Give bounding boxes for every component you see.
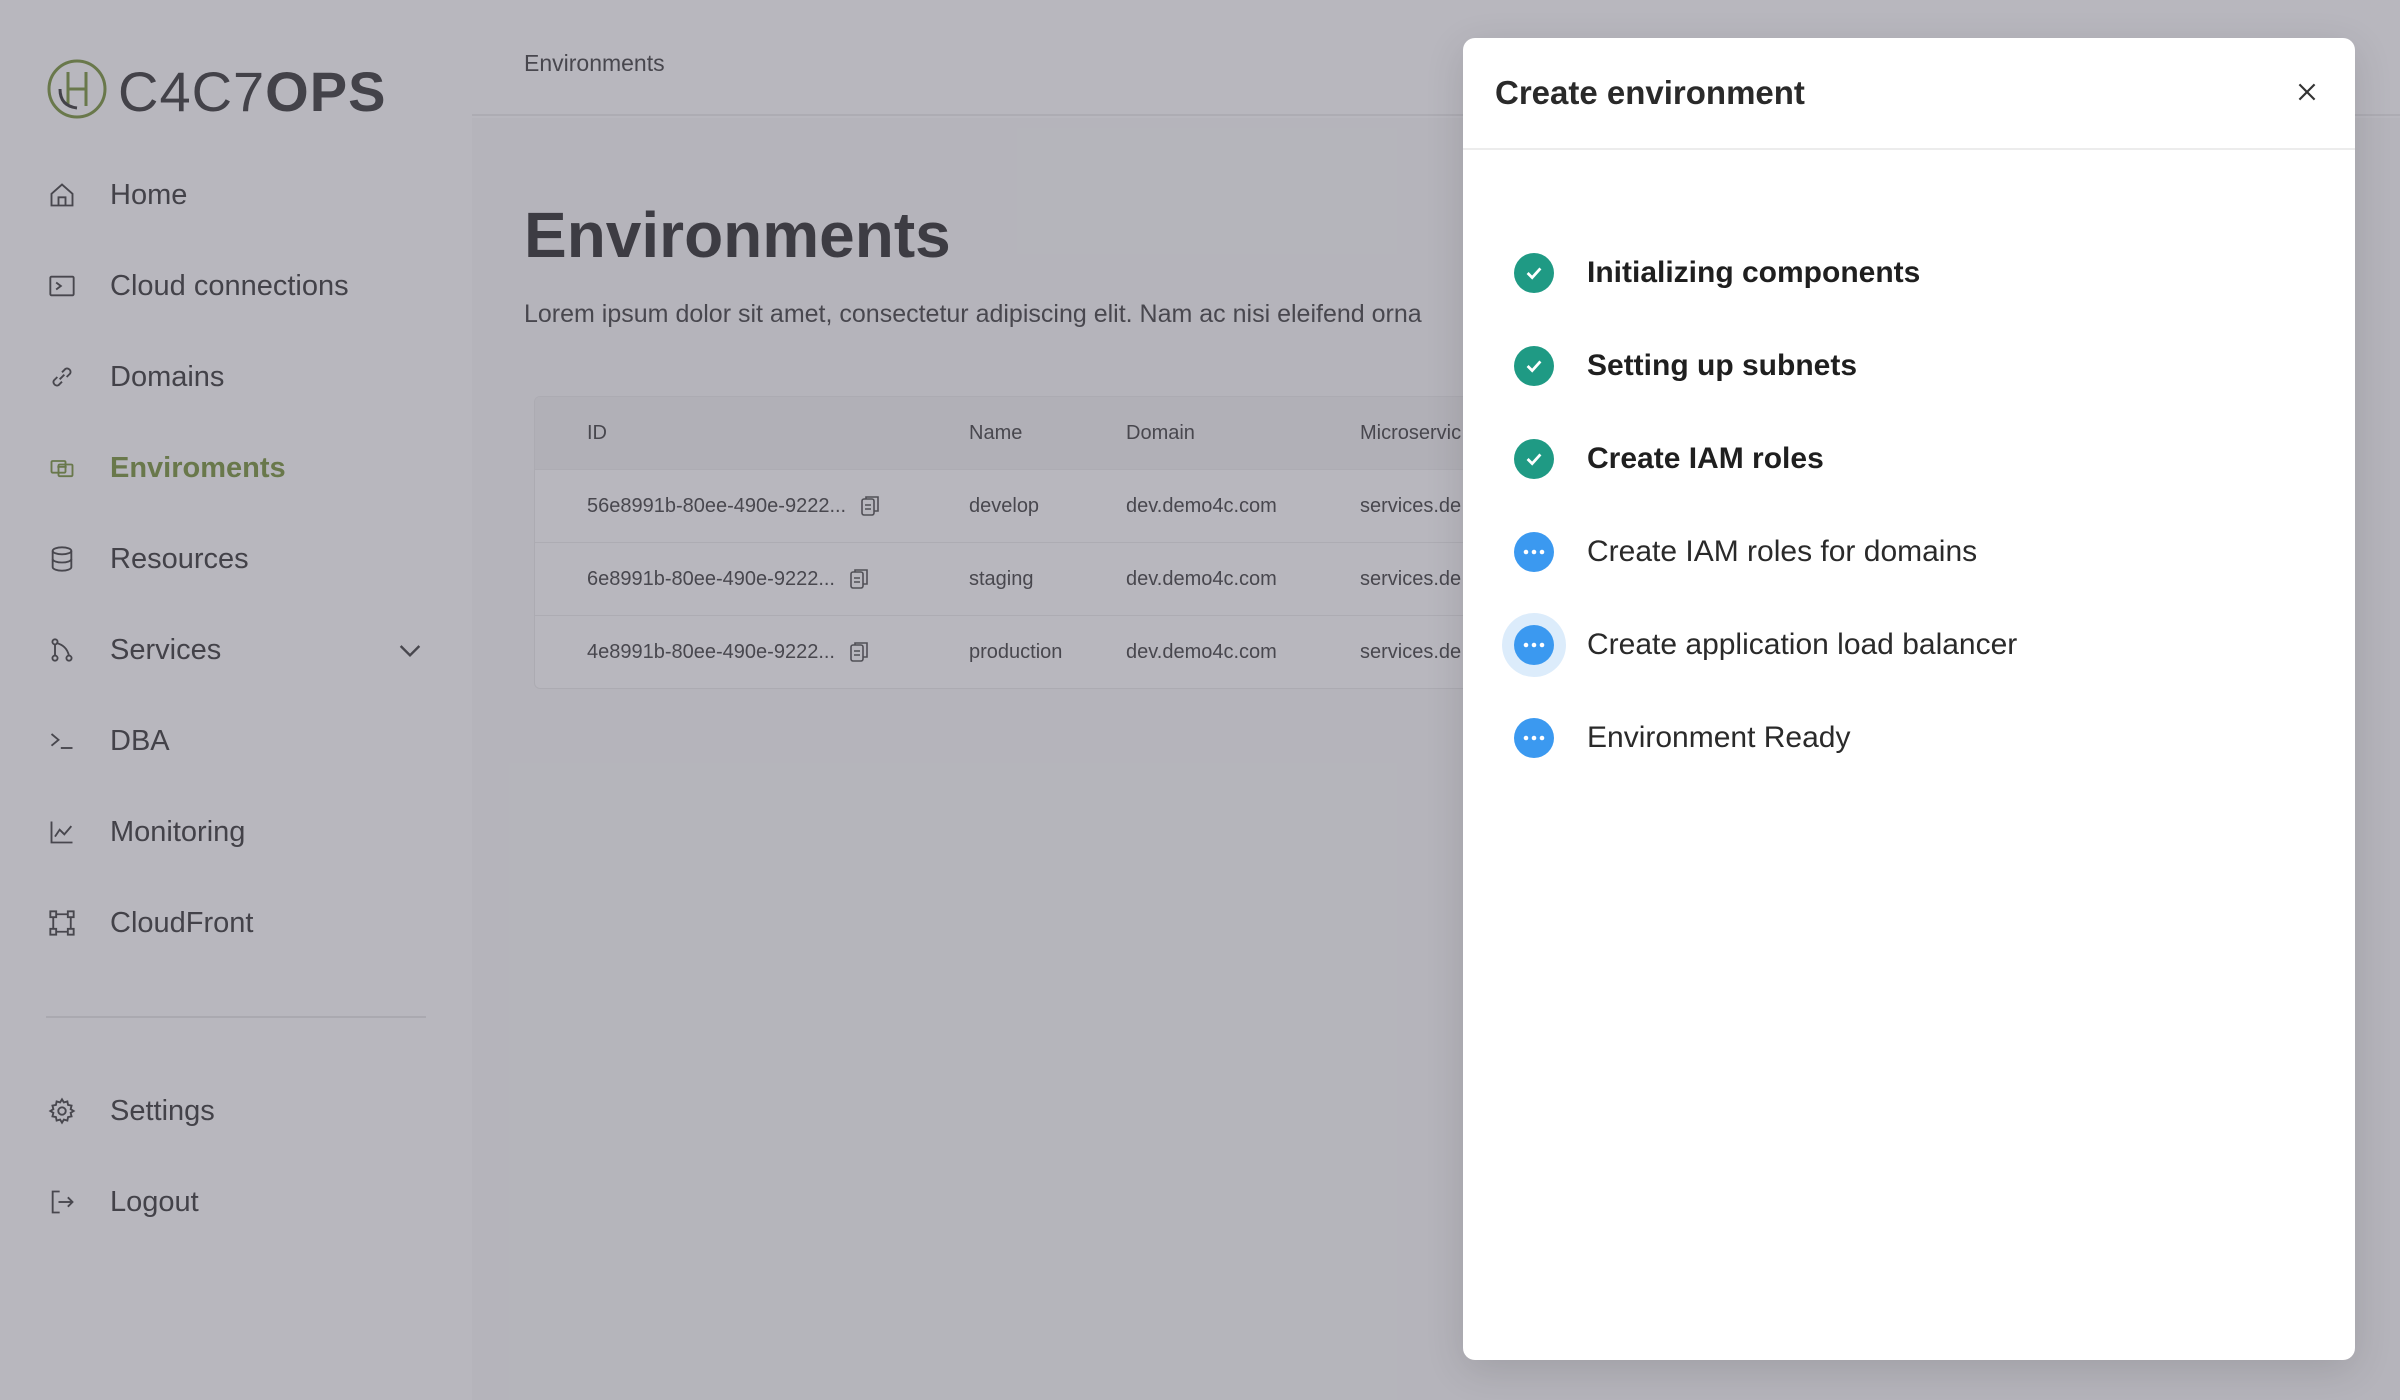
create-environment-drawer: Create environment Initializing componen… <box>1463 38 2355 1360</box>
ellipsis-circle-active-icon <box>1502 613 1566 677</box>
step-label: Create IAM roles for domains <box>1587 535 1978 568</box>
step-label: Create IAM roles <box>1587 442 1824 475</box>
close-button[interactable] <box>2287 74 2327 114</box>
check-circle-icon <box>1509 248 1559 298</box>
progress-step: Create IAM roles for domains <box>1509 517 1977 587</box>
step-label: Initializing components <box>1587 256 1921 289</box>
progress-step: Initializing components <box>1509 238 1920 308</box>
step-label: Setting up subnets <box>1587 349 1857 382</box>
progress-step: Create application load balancer <box>1502 610 2018 680</box>
check-circle-icon <box>1509 434 1559 484</box>
step-label: Create application load balancer <box>1587 628 2018 661</box>
step-label: Environment Ready <box>1587 721 1851 754</box>
check-circle-icon <box>1509 341 1559 391</box>
progress-step: Create IAM roles <box>1509 424 1824 494</box>
drawer-header: Create environment <box>1463 38 2355 150</box>
close-icon <box>2294 79 2320 110</box>
ellipsis-circle-icon <box>1509 527 1559 577</box>
ellipsis-circle-icon <box>1509 713 1559 763</box>
drawer-title: Create environment <box>1495 74 1805 111</box>
progress-step: Environment Ready <box>1509 703 1850 773</box>
progress-step: Setting up subnets <box>1509 331 1857 401</box>
